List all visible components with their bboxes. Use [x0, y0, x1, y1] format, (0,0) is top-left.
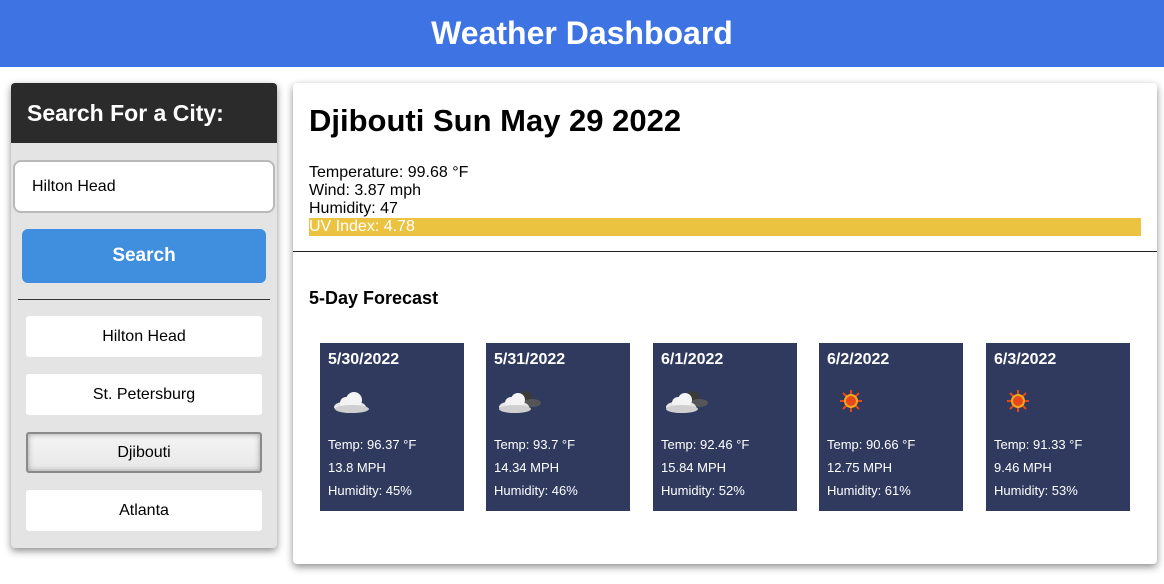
page-title: Weather Dashboard [431, 15, 733, 51]
city-search-input[interactable] [13, 160, 275, 213]
forecast-temp: Temp: 92.46 °F [661, 437, 750, 452]
forecast-temp: Temp: 96.37 °F [328, 437, 417, 452]
current-city-date: Djibouti Sun May 29 2022 [309, 103, 682, 138]
current-humidity: Humidity: 47 [309, 200, 398, 217]
search-sidebar: Search For a City: Search Hilton Head St… [11, 83, 277, 548]
forecast-date: 6/2/2022 [827, 351, 890, 368]
forecast-title: 5-Day Forecast [309, 288, 439, 308]
forecast-wind: 9.46 MPH [994, 460, 1052, 475]
panel-divider [293, 251, 1157, 252]
forecast-wind: 12.75 MPH [827, 460, 893, 475]
app-header: Weather Dashboard [0, 0, 1164, 67]
cloud-dark-icon [494, 381, 622, 425]
history-item-hilton-head[interactable]: Hilton Head [26, 316, 262, 357]
forecast-humidity: Humidity: 45% [328, 483, 412, 498]
search-button[interactable]: Search [22, 229, 266, 283]
forecast-wind: 14.34 MPH [494, 460, 560, 475]
forecast-temp: Temp: 93.7 °F [494, 437, 576, 452]
cloud-dark-icon [661, 381, 789, 425]
uv-index-badge: UV Index: 4.78 [309, 218, 1141, 236]
forecast-date: 6/1/2022 [661, 351, 724, 368]
forecast-card: 5/31/2022 Temp: 93.7 °F 14.34 MPH Humidi… [486, 343, 630, 511]
forecast-date: 5/31/2022 [494, 351, 566, 368]
sidebar-divider [18, 299, 270, 300]
weather-panel: Djibouti Sun May 29 2022 Temperature: 99… [293, 83, 1157, 564]
history-item-djibouti[interactable]: Djibouti [26, 432, 262, 473]
sun-icon [827, 381, 955, 425]
forecast-wind: 15.84 MPH [661, 460, 727, 475]
forecast-card: 6/1/2022 Temp: 92.46 °F 15.84 MPH Humidi… [653, 343, 797, 511]
forecast-humidity: Humidity: 52% [661, 483, 745, 498]
forecast-humidity: Humidity: 61% [827, 483, 911, 498]
forecast-card: 6/3/2022 Temp: 91.33 °F 9.46 MPH Humidit… [986, 343, 1130, 511]
forecast-date: 6/3/2022 [994, 351, 1057, 368]
forecast-humidity: Humidity: 53% [994, 483, 1078, 498]
forecast-temp: Temp: 91.33 °F [994, 437, 1083, 452]
cloud-icon [328, 381, 456, 425]
sidebar-header: Search For a City: [11, 83, 277, 143]
forecast-wind: 13.8 MPH [328, 460, 386, 475]
current-weather: Djibouti Sun May 29 2022 Temperature: 99… [309, 103, 1141, 236]
current-temperature: Temperature: 99.68 °F [309, 164, 469, 181]
current-wind: Wind: 3.87 mph [309, 182, 422, 199]
forecast-date: 5/30/2022 [328, 351, 400, 368]
forecast-card: 6/2/2022 Temp: 90.66 °F 12.75 MPH Humidi… [819, 343, 963, 511]
history-item-atlanta[interactable]: Atlanta [26, 490, 262, 531]
history-item-st-petersburg[interactable]: St. Petersburg [26, 374, 262, 415]
forecast-humidity: Humidity: 46% [494, 483, 578, 498]
sidebar-title: Search For a City: [27, 99, 224, 126]
sun-icon [994, 381, 1122, 425]
forecast-card: 5/30/2022 Temp: 96.37 °F 13.8 MPH Humidi… [320, 343, 464, 511]
forecast-temp: Temp: 90.66 °F [827, 437, 916, 452]
